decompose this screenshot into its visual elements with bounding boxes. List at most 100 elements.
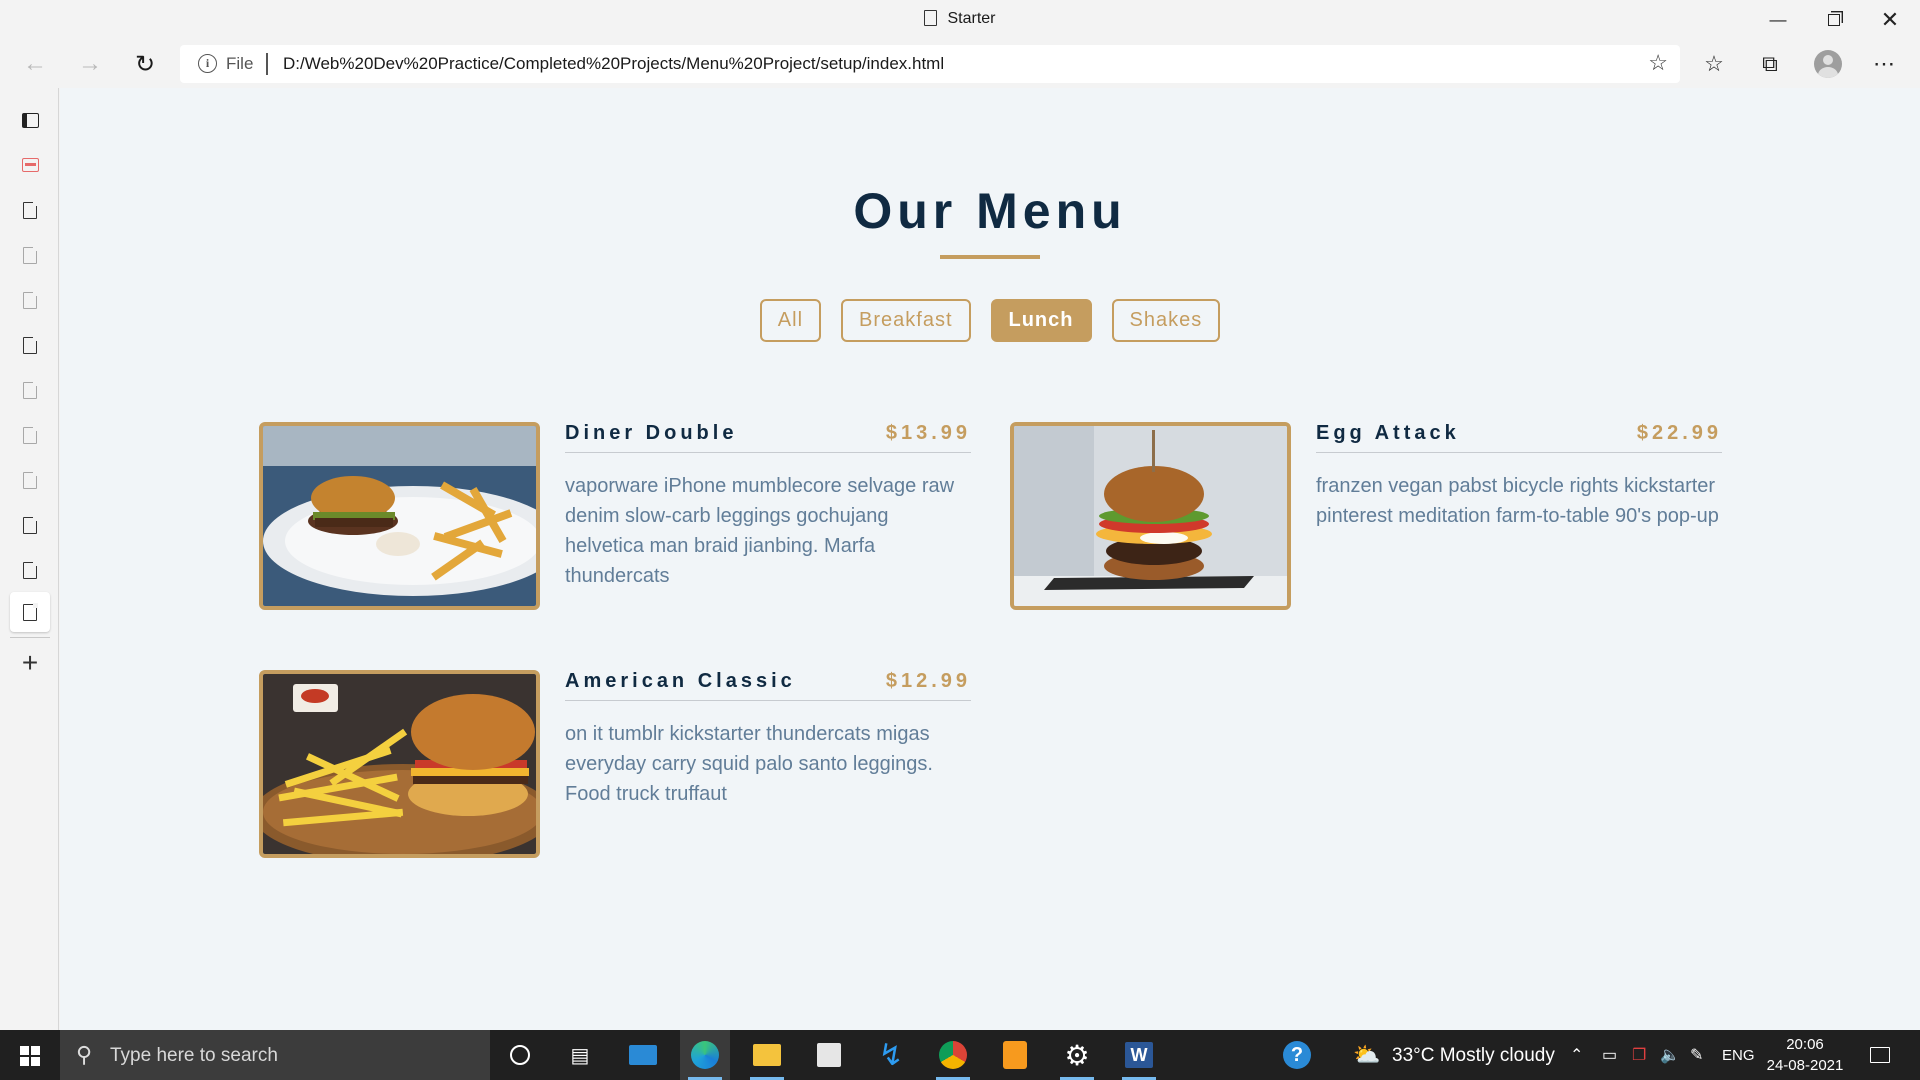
store-icon: [817, 1043, 841, 1067]
help-button[interactable]: ?: [1272, 1030, 1322, 1080]
cortana-button[interactable]: [495, 1030, 545, 1080]
favorites-button[interactable]: ☆: [1694, 44, 1734, 84]
page-icon: [23, 602, 38, 621]
vscode-app[interactable]: ↯: [866, 1030, 916, 1080]
back-button[interactable]: ←: [15, 44, 55, 84]
item-name: American Classic: [565, 670, 796, 692]
close-button[interactable]: ✕: [1862, 0, 1918, 40]
item-description: vaporware iPhone mumblecore selvage raw …: [565, 475, 955, 587]
item-name: Egg Attack: [1316, 422, 1460, 444]
filter-lunch-button[interactable]: Lunch: [990, 299, 1092, 342]
item-price: $13.99: [885, 422, 971, 444]
collections-button[interactable]: ⧉: [1750, 44, 1790, 84]
weather-widget[interactable]: ⛅: [1342, 1030, 1392, 1080]
item-header: American Classic $12.99: [565, 670, 971, 701]
windows-taskbar: ⚲ Type here to search ▤ ↯ ⚙ W ? ⛅ 33°C M…: [0, 1030, 1920, 1080]
tab-9[interactable]: [10, 505, 50, 545]
page-icon: [23, 290, 38, 309]
tab-10[interactable]: [10, 550, 50, 590]
sublime-app[interactable]: [990, 1030, 1040, 1080]
folder-icon: [753, 1044, 781, 1066]
tab-actions-button[interactable]: [10, 100, 50, 140]
edge-icon: [691, 1041, 719, 1069]
chrome-app[interactable]: [928, 1030, 978, 1080]
clock-date: 24-08-2021: [1766, 1057, 1844, 1074]
title-underline: [940, 255, 1040, 259]
page-icon: [23, 515, 38, 534]
store-app[interactable]: [804, 1030, 854, 1080]
menu-item: Egg Attack $22.99 franzen vegan pabst bi…: [1010, 422, 1738, 612]
volume-muted-icon[interactable]: 🔈: [1660, 1045, 1680, 1065]
app-tray-icon[interactable]: ❐: [1632, 1045, 1646, 1065]
burger-fries-board-image: [263, 674, 536, 854]
profile-avatar[interactable]: [1814, 50, 1842, 78]
tab-1[interactable]: [10, 145, 50, 185]
edge-app[interactable]: [680, 1030, 730, 1080]
restore-icon: [1828, 14, 1840, 26]
item-description: on it tumblr kickstarter thundercats mig…: [565, 723, 933, 805]
search-placeholder: Type here to search: [110, 1045, 278, 1066]
filter-breakfast-button[interactable]: Breakfast: [841, 299, 971, 342]
page-icon: [23, 245, 38, 264]
settings-app[interactable]: ⚙: [1052, 1030, 1102, 1080]
url-text[interactable]: D:/Web%20Dev%20Practice/Completed%20Proj…: [283, 54, 944, 74]
cloudy-sun-icon: ⛅: [1353, 1042, 1381, 1067]
item-header: Diner Double $13.99: [565, 422, 971, 453]
forward-button[interactable]: →: [70, 44, 110, 84]
file-explorer-app[interactable]: [742, 1030, 792, 1080]
restore-button[interactable]: [1806, 0, 1862, 40]
item-name: Diner Double: [565, 422, 738, 444]
add-favorite-icon[interactable]: ☆: [1648, 50, 1668, 76]
menu-item: American Classic $12.99 on it tumblr kic…: [259, 670, 987, 860]
filter-shakes-button[interactable]: Shakes: [1111, 299, 1221, 342]
item-price: $22.99: [1636, 422, 1722, 444]
pdf-tab-icon: [21, 158, 39, 172]
page-icon: [23, 470, 38, 489]
menu-item: Diner Double $13.99 vaporware iPhone mum…: [259, 422, 987, 612]
tab-panel-icon: [21, 112, 39, 128]
weather-text[interactable]: 33°C Mostly cloudy: [1392, 1045, 1555, 1067]
taskbar-search[interactable]: ⚲ Type here to search: [60, 1030, 490, 1080]
tab-8[interactable]: [10, 460, 50, 500]
language-indicator[interactable]: ENG: [1722, 1047, 1755, 1064]
url-separator: [266, 53, 268, 75]
collections-icon: ⧉: [1762, 51, 1778, 76]
clock[interactable]: 20:06 24-08-2021: [1760, 1034, 1850, 1076]
info-icon[interactable]: i: [198, 54, 217, 73]
forward-arrow-icon: →: [78, 50, 102, 77]
address-bar[interactable]: i File D:/Web%20Dev%20Practice/Completed…: [180, 45, 1680, 83]
tab-6[interactable]: [10, 370, 50, 410]
tab-4[interactable]: [10, 280, 50, 320]
settings-more-button[interactable]: ⋯: [1864, 44, 1904, 84]
tab-3[interactable]: [10, 235, 50, 275]
chevron-up-icon[interactable]: ⌃: [1570, 1045, 1583, 1065]
sidebar-divider: [10, 637, 50, 638]
cortana-icon: [510, 1045, 530, 1065]
mail-app[interactable]: [618, 1030, 668, 1080]
notifications-button[interactable]: [1855, 1030, 1905, 1080]
word-app[interactable]: W: [1114, 1030, 1164, 1080]
wifi-icon[interactable]: ✎: [1690, 1045, 1703, 1065]
item-header: Egg Attack $22.99: [1316, 422, 1722, 453]
page-icon: [924, 10, 938, 26]
chrome-icon: [939, 1041, 967, 1069]
battery-icon[interactable]: ▭: [1602, 1045, 1617, 1065]
back-arrow-icon: ←: [23, 50, 47, 77]
new-tab-button[interactable]: +: [10, 643, 50, 683]
tab-5[interactable]: [10, 325, 50, 365]
help-icon: ?: [1283, 1041, 1311, 1069]
refresh-button[interactable]: ↻: [125, 44, 165, 84]
tab-7[interactable]: [10, 415, 50, 455]
filter-all-button[interactable]: All: [759, 299, 822, 342]
page-icon: [23, 560, 38, 579]
tab-2[interactable]: [10, 190, 50, 230]
minimize-button[interactable]: —: [1750, 0, 1806, 40]
item-price: $12.99: [885, 670, 971, 692]
start-button[interactable]: [20, 1046, 40, 1066]
task-view-button[interactable]: ▤: [555, 1030, 605, 1080]
browser-toolbar: ← → ↻ i File D:/Web%20Dev%20Practice/Com…: [0, 40, 1920, 88]
tab-active[interactable]: [10, 592, 50, 632]
gear-icon: ⚙: [1064, 1039, 1090, 1071]
window-title-text: Starter: [947, 10, 996, 27]
title-bar: Starter — ✕: [0, 0, 1920, 40]
